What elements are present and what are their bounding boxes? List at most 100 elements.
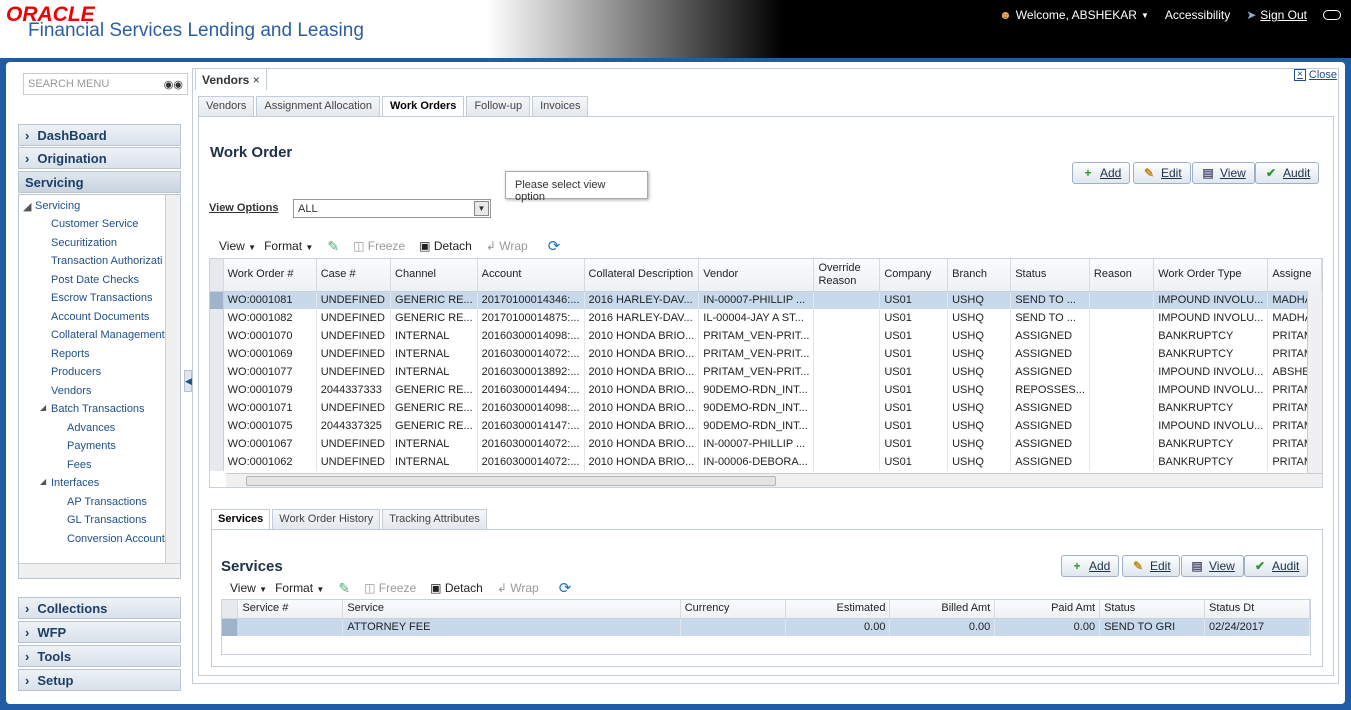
tree-item-ap-transactions[interactable]: AP Transactions (67, 496, 147, 508)
row-header[interactable] (210, 435, 224, 453)
tree-item-securitization[interactable]: Securitization (51, 237, 117, 249)
subtab-work-orders[interactable]: Work Orders (382, 96, 465, 118)
format-menu[interactable]: Format ▼ (264, 239, 313, 253)
column-header-service[interactable]: Service # (237, 600, 344, 619)
row-header[interactable] (210, 345, 224, 363)
table-row[interactable]: WO:0001082 UNDEFINED GENERIC RE... 20170100… (210, 309, 1322, 327)
column-header-work-order[interactable]: Work Order # (223, 259, 317, 292)
tab-services[interactable]: Services (211, 509, 271, 530)
dropdown-arrow-icon[interactable]: ▼ (474, 201, 489, 216)
export-icon[interactable]: ✎ (338, 580, 350, 597)
tree-item-reports[interactable]: Reports (51, 348, 90, 360)
tree-item-vendors[interactable]: Vendors (51, 385, 91, 397)
tree-item-fees[interactable]: Fees (67, 459, 91, 471)
close-tab-icon[interactable]: × (253, 73, 260, 87)
table-row[interactable]: WO:0001069 UNDEFINED INTERNAL 2016030001407… (210, 345, 1322, 363)
services-audit-button[interactable]: ✔ Audit (1244, 555, 1309, 577)
sidebar-collapse-handle[interactable]: ◀ (184, 370, 192, 392)
column-header-status[interactable]: Status (1010, 259, 1090, 292)
subtab-vendors[interactable]: Vendors (198, 96, 255, 118)
table-row[interactable]: WO:0001067 UNDEFINED INTERNAL 2016030001407… (210, 435, 1322, 453)
tree-item-interfaces[interactable]: Interfaces (51, 477, 99, 489)
view-menu[interactable]: View ▼ (230, 581, 267, 595)
table-row[interactable]: WO:0001081 UNDEFINED GENERIC RE... 20170100… (210, 291, 1322, 309)
tree-item-account-documents[interactable]: Account Documents (51, 311, 149, 323)
detach-button[interactable]: ▣ Detach (430, 581, 483, 595)
edit-button[interactable]: ✎ Edit (1133, 162, 1191, 184)
row-header[interactable] (210, 381, 224, 399)
tree-item-gl-transactions[interactable]: GL Transactions (67, 514, 147, 526)
sign-out-link[interactable]: ➤ Sign Out (1246, 8, 1307, 22)
tree-item-escrow-transactions[interactable]: Escrow Transactions (51, 292, 152, 304)
tree-item-customer-service[interactable]: Customer Service (51, 218, 138, 230)
add-button[interactable]: + Add (1072, 162, 1131, 184)
row-header[interactable] (210, 399, 224, 417)
column-header-work-order-type[interactable]: Work Order Type (1153, 259, 1269, 292)
tree-item-payments[interactable]: Payments (67, 440, 116, 452)
nav-dashboard[interactable]: › DashBoard (18, 124, 181, 146)
tab-work-order-history[interactable]: Work Order History (272, 509, 381, 530)
table-row[interactable]: WO:0001070 UNDEFINED INTERNAL 2016030001409… (210, 327, 1322, 345)
column-header-channel[interactable]: Channel (390, 259, 478, 292)
column-header-vendor[interactable]: Vendor (698, 259, 815, 292)
table-row[interactable]: WO:0001071 UNDEFINED GENERIC RE... 20160300… (210, 399, 1322, 417)
tab-tracking-attributes[interactable]: Tracking Attributes (382, 509, 487, 530)
tree-horizontal-scrollbar[interactable] (19, 563, 180, 578)
collapse-header-icon[interactable] (1323, 10, 1341, 20)
refresh-icon[interactable]: ⟳ (559, 579, 572, 597)
column-header-status-dt[interactable]: Status Dt (1204, 600, 1310, 619)
services-edit-button[interactable]: ✎ Edit (1122, 555, 1180, 577)
row-header[interactable] (210, 309, 224, 327)
refresh-icon[interactable]: ⟳ (548, 237, 561, 255)
accessibility-link[interactable]: Accessibility (1165, 8, 1230, 22)
wrap-button[interactable]: ↲ Wrap (497, 581, 539, 595)
column-header-assigne[interactable]: Assigne (1267, 259, 1322, 292)
column-header-account[interactable]: Account (477, 259, 585, 292)
tree-item-advances[interactable]: Advances (67, 422, 115, 434)
detach-button[interactable]: ▣ Detach (419, 239, 472, 253)
search-menu-input[interactable]: SEARCH MENU ◉◉ (23, 73, 188, 95)
tab-vendors[interactable]: Vendors × (195, 68, 267, 90)
tree-item-conversion-account[interactable]: Conversion Account (67, 533, 165, 545)
user-menu[interactable]: ☻ Welcome, ABSHEKAR ▼ (999, 8, 1149, 22)
subtab-invoices[interactable]: Invoices (532, 96, 589, 118)
tree-item-servicing[interactable]: Servicing (35, 200, 80, 212)
row-header[interactable] (210, 291, 224, 309)
row-header[interactable] (210, 327, 224, 345)
tree-vertical-scrollbar[interactable] (165, 195, 180, 575)
table-row[interactable]: WO:0001075 2044337325 GENERIC RE... 2016030… (210, 417, 1322, 435)
tree-item-batch-transactions[interactable]: Batch Transactions (51, 403, 145, 415)
column-header-case[interactable]: Case # (316, 259, 392, 292)
column-header-currency[interactable]: Currency (680, 600, 786, 619)
nav-setup[interactable]: › Setup (18, 669, 181, 691)
binoculars-icon[interactable]: ◉◉ (164, 78, 183, 91)
nav-servicing[interactable]: Servicing (18, 171, 181, 193)
work-order-vertical-scrollbar[interactable] (1307, 291, 1322, 473)
export-icon[interactable]: ✎ (327, 238, 339, 255)
column-header-reason[interactable]: Reason (1089, 259, 1155, 292)
services-add-button[interactable]: + Add (1061, 555, 1120, 577)
subtab-assignment-allocation[interactable]: Assignment Allocation (256, 96, 380, 118)
format-menu[interactable]: Format ▼ (275, 581, 324, 595)
column-header-status[interactable]: Status (1099, 600, 1206, 619)
column-header-estimated[interactable]: Estimated (785, 600, 891, 619)
column-header-company[interactable]: Company (879, 259, 949, 292)
column-header-branch[interactable]: Branch (947, 259, 1012, 292)
table-row[interactable]: WO:0001077 UNDEFINED INTERNAL 2016030001389… (210, 363, 1322, 381)
row-header[interactable] (210, 417, 224, 435)
table-row[interactable]: ATTORNEY FEE 0.00 0.00 0.00 SEND TO GRI 02/24… (222, 618, 1310, 636)
column-header-billed-amt[interactable]: Billed Amt (889, 600, 996, 619)
column-header-service[interactable]: Service (342, 600, 681, 619)
scroll-thumb[interactable] (246, 476, 776, 486)
freeze-button[interactable]: ◫ Freeze (364, 581, 416, 595)
work-order-horizontal-scrollbar[interactable] (226, 473, 1322, 487)
services-view-button[interactable]: ▤ View (1181, 555, 1244, 577)
tree-item-transaction-authorization[interactable]: Transaction Authorizati (51, 255, 162, 267)
row-header[interactable] (210, 363, 224, 381)
wrap-button[interactable]: ↲ Wrap (486, 239, 528, 253)
view-options-select[interactable]: ALL ▼ (293, 199, 491, 218)
nav-tools[interactable]: › Tools (18, 645, 181, 667)
close-link[interactable]: × Close (1293, 69, 1337, 81)
column-header-paid-amt[interactable]: Paid Amt (994, 600, 1101, 619)
row-header[interactable] (210, 453, 224, 471)
